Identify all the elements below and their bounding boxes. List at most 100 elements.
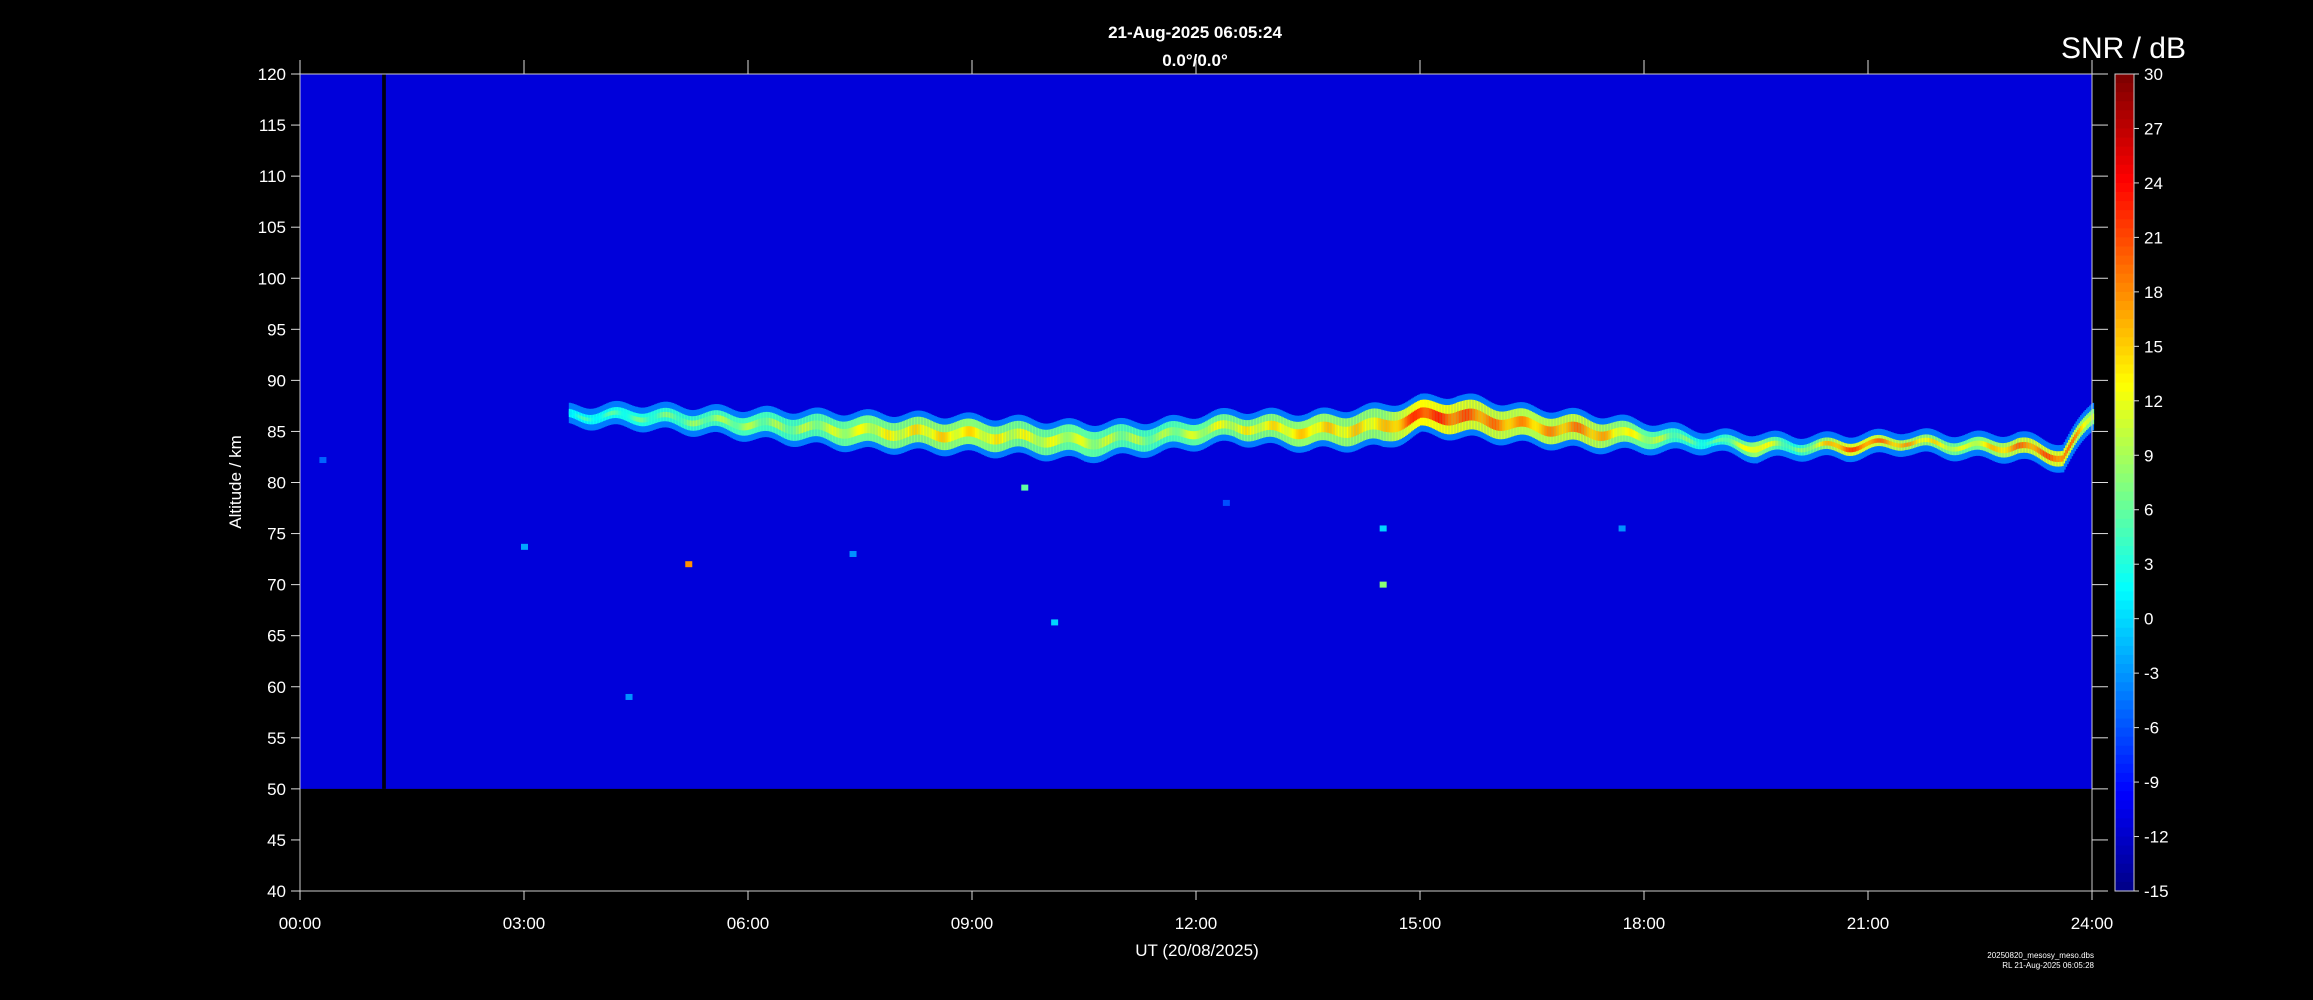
- isolated-echo: [625, 693, 633, 700]
- colorbar-segment: [2115, 482, 2134, 493]
- footer-filename: 20250820_mesosy_meso.dbs: [1987, 951, 2094, 960]
- colorbar-segment: [2115, 664, 2134, 674]
- colorbar-segment: [2115, 319, 2134, 329]
- colorbar-segment: [2115, 291, 2134, 302]
- colorbar-segment: [2115, 310, 2134, 320]
- colorbar-segment: [2115, 700, 2134, 711]
- colorbar-segment: [2115, 527, 2134, 538]
- isolated-echo: [1618, 525, 1626, 532]
- colorbar-segment: [2115, 355, 2134, 366]
- colorbar-segment: [2115, 718, 2134, 729]
- colorbar-segment: [2115, 182, 2134, 193]
- x-tick-label: 12:00: [1175, 914, 1218, 933]
- colorbar-segment: [2115, 555, 2134, 565]
- colorbar-tick-label: 18: [2144, 283, 2163, 302]
- colorbar-tick-label: 21: [2144, 228, 2163, 247]
- colorbar-segment: [2115, 609, 2134, 620]
- chart-subtitle: 0.0°/0.0°: [1162, 51, 1228, 70]
- y-axis-label: Altitude / km: [226, 435, 245, 529]
- colorbar-tick-label: 24: [2144, 174, 2163, 193]
- colorbar-segment: [2115, 654, 2134, 665]
- colorbar-tick-label: 3: [2144, 555, 2153, 574]
- isolated-echo: [1379, 525, 1387, 532]
- colorbar-tick-label: 9: [2144, 446, 2153, 465]
- x-tick-label: 06:00: [727, 914, 770, 933]
- colorbar-segment: [2115, 473, 2134, 484]
- colorbar-segment: [2115, 872, 2134, 883]
- y-tick-label: 50: [267, 780, 286, 799]
- colorbar-segment: [2115, 809, 2134, 819]
- colorbar-segment: [2115, 264, 2134, 275]
- colorbar-segment: [2115, 754, 2134, 765]
- colorbar-tick-label: 27: [2144, 119, 2163, 138]
- colorbar-segment: [2115, 881, 2134, 892]
- chart-title: 21-Aug-2025 06:05:24: [1108, 23, 1282, 42]
- colorbar-segment: [2115, 273, 2134, 284]
- y-tick-label: 115: [259, 116, 286, 135]
- y-tick-label: 105: [258, 218, 286, 237]
- colorbar-segment: [2115, 863, 2134, 874]
- x-tick-label: 09:00: [951, 914, 994, 933]
- isolated-echo: [1051, 619, 1059, 626]
- colorbar-tick-label: -12: [2144, 828, 2169, 847]
- y-tick-label: 60: [267, 678, 286, 697]
- y-tick-label: 65: [267, 627, 286, 646]
- isolated-echo: [1379, 581, 1387, 588]
- colorbar-segment: [2115, 418, 2134, 429]
- colorbar-segment: [2115, 509, 2134, 520]
- colorbar-segment: [2115, 173, 2134, 184]
- colorbar-segment: [2115, 827, 2134, 838]
- y-tick-label: 90: [267, 371, 286, 390]
- isolated-echo: [319, 457, 327, 464]
- colorbar-segment: [2115, 673, 2134, 683]
- colorbar-segment: [2115, 282, 2134, 293]
- y-tick-label: 85: [267, 422, 286, 441]
- colorbar-segment: [2115, 437, 2134, 447]
- x-tick-label: 24:00: [2071, 914, 2114, 933]
- colorbar-segment: [2115, 564, 2134, 574]
- colorbar-segment: [2115, 836, 2134, 847]
- colorbar-segment: [2115, 337, 2134, 347]
- x-tick-label: 03:00: [503, 914, 546, 933]
- colorbar-segment: [2115, 92, 2134, 102]
- y-tick-label: 100: [258, 269, 286, 288]
- colorbar-segment: [2115, 128, 2134, 139]
- colorbar-segment: [2115, 591, 2134, 602]
- colorbar-segment: [2115, 491, 2134, 502]
- x-axis-label: UT (20/08/2025): [1135, 941, 1258, 960]
- colorbar-segment: [2115, 119, 2134, 130]
- y-tick-label: 75: [267, 525, 286, 544]
- colorbar-segment: [2115, 464, 2134, 475]
- colorbar-segment: [2115, 782, 2134, 792]
- colorbar-segment: [2115, 201, 2134, 211]
- y-tick-label: 80: [267, 474, 286, 493]
- footer-stamp: RL 21-Aug-2025 06:05:28: [2002, 961, 2094, 970]
- y-tick-label: 120: [258, 65, 286, 84]
- plot-area: [300, 74, 2095, 789]
- colorbar-segment: [2115, 164, 2134, 175]
- colorbar-tick-label: 30: [2144, 65, 2163, 84]
- colorbar-segment: [2115, 573, 2134, 583]
- colorbar-segment: [2115, 682, 2134, 692]
- colorbar-segment: [2115, 627, 2134, 638]
- x-tick-label: 18:00: [1623, 914, 1666, 933]
- colorbar-segment: [2115, 228, 2134, 238]
- colorbar-segment: [2115, 255, 2134, 266]
- x-tick-label: 15:00: [1399, 914, 1442, 933]
- colorbar-segment: [2115, 210, 2134, 220]
- colorbar-segment: [2115, 791, 2134, 801]
- colorbar-tick-label: 6: [2144, 501, 2153, 520]
- colorbar-segment: [2115, 101, 2134, 111]
- colorbar-segment: [2115, 400, 2134, 411]
- colorbar-tick-label: -6: [2144, 719, 2159, 738]
- colorbar-segment: [2115, 600, 2134, 611]
- y-tick-label: 40: [267, 882, 286, 901]
- colorbar-segment: [2115, 409, 2134, 420]
- colorbar-segment: [2115, 518, 2134, 529]
- colorbar-segment: [2115, 155, 2134, 166]
- colorbar-tick-label: 12: [2144, 392, 2163, 411]
- colorbar-segment: [2115, 137, 2134, 148]
- colorbar-label: SNR / dB: [2061, 32, 2186, 65]
- colorbar-segment: [2115, 83, 2134, 93]
- isolated-echo: [521, 543, 528, 550]
